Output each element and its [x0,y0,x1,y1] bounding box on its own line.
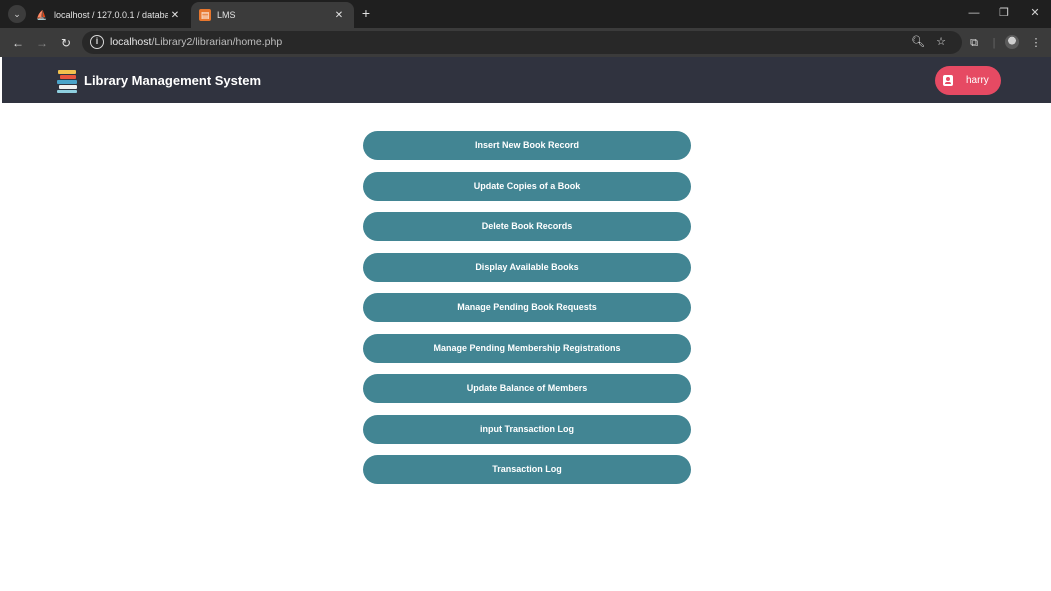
app-navbar: Library Management System harry [2,57,1051,103]
app-title: Library Management System [84,73,262,88]
browser-toolbar: ← → ↻ i localhost/Library2/librarian/hom… [0,28,1051,57]
minimize-icon[interactable]: — [964,5,984,21]
lms-favicon-icon: ▤ [199,9,211,21]
close-window-icon[interactable]: ✕ [1025,5,1045,21]
pending-memberships-button[interactable]: Manage Pending Membership Registrations [363,333,691,363]
library-books-logo-icon [57,70,77,93]
profile-avatar[interactable] [1005,35,1019,49]
delete-book-button[interactable]: Delete Book Records [363,212,691,241]
tab-title: localhost / 127.0.0.1 / database [54,10,168,20]
zoom-icon[interactable]: 🔍︎ [910,34,926,50]
input-transaction-log-button[interactable]: input Transaction Log [363,414,691,444]
close-tab-icon[interactable]: ✕ [332,10,346,21]
more-menu-icon[interactable]: ⋮ [1028,35,1044,51]
update-copies-button[interactable]: Update Copies of a Book [363,171,691,201]
new-tab-plus-icon[interactable]: + [358,5,374,21]
address-bar[interactable]: i localhost/Library2/librarian/home.php … [82,31,962,54]
url-host: localhost [110,36,152,48]
user-badge-icon [943,75,953,86]
display-books-button[interactable]: Display Available Books [363,252,691,282]
site-info-icon[interactable]: i [90,35,104,49]
update-balance-button[interactable]: Update Balance of Members [363,374,691,403]
pending-book-requests-button[interactable]: Manage Pending Book Requests [363,293,691,322]
restore-icon[interactable]: ❐ [994,5,1014,21]
user-menu-button[interactable]: harry [935,66,1001,95]
address-url[interactable]: localhost/Library2/librarian/home.php [110,36,282,48]
transaction-log-button[interactable]: Transaction Log [363,455,691,484]
reload-icon[interactable]: ↻ [58,35,74,51]
librarian-menu: Insert New Book Record Update Copies of … [363,131,691,496]
tab-lms[interactable]: ▤ LMS ✕ [191,2,354,28]
extensions-puzzle-icon[interactable]: ⧉ [966,35,982,51]
tab-search-chevron-icon[interactable]: ⌄ [8,5,26,23]
insert-book-button[interactable]: Insert New Book Record [363,131,691,160]
username-label: harry [966,75,989,86]
forward-arrow-icon[interactable]: → [34,35,50,51]
tab-title: LMS [217,10,236,20]
close-tab-icon[interactable]: ✕ [168,10,182,21]
bookmark-star-icon[interactable]: ☆ [933,34,949,50]
browser-tab-bar: ⌄ ⛵ localhost / 127.0.0.1 / database ✕ ▤… [0,0,1051,28]
phpmyadmin-favicon-icon: ⛵ [36,9,48,20]
toolbar-divider: | [992,37,996,49]
back-arrow-icon[interactable]: ← [10,35,26,51]
url-path: /Library2/librarian/home.php [151,36,283,48]
tab-phpmyadmin[interactable]: ⛵ localhost / 127.0.0.1 / database ✕ [28,2,190,28]
